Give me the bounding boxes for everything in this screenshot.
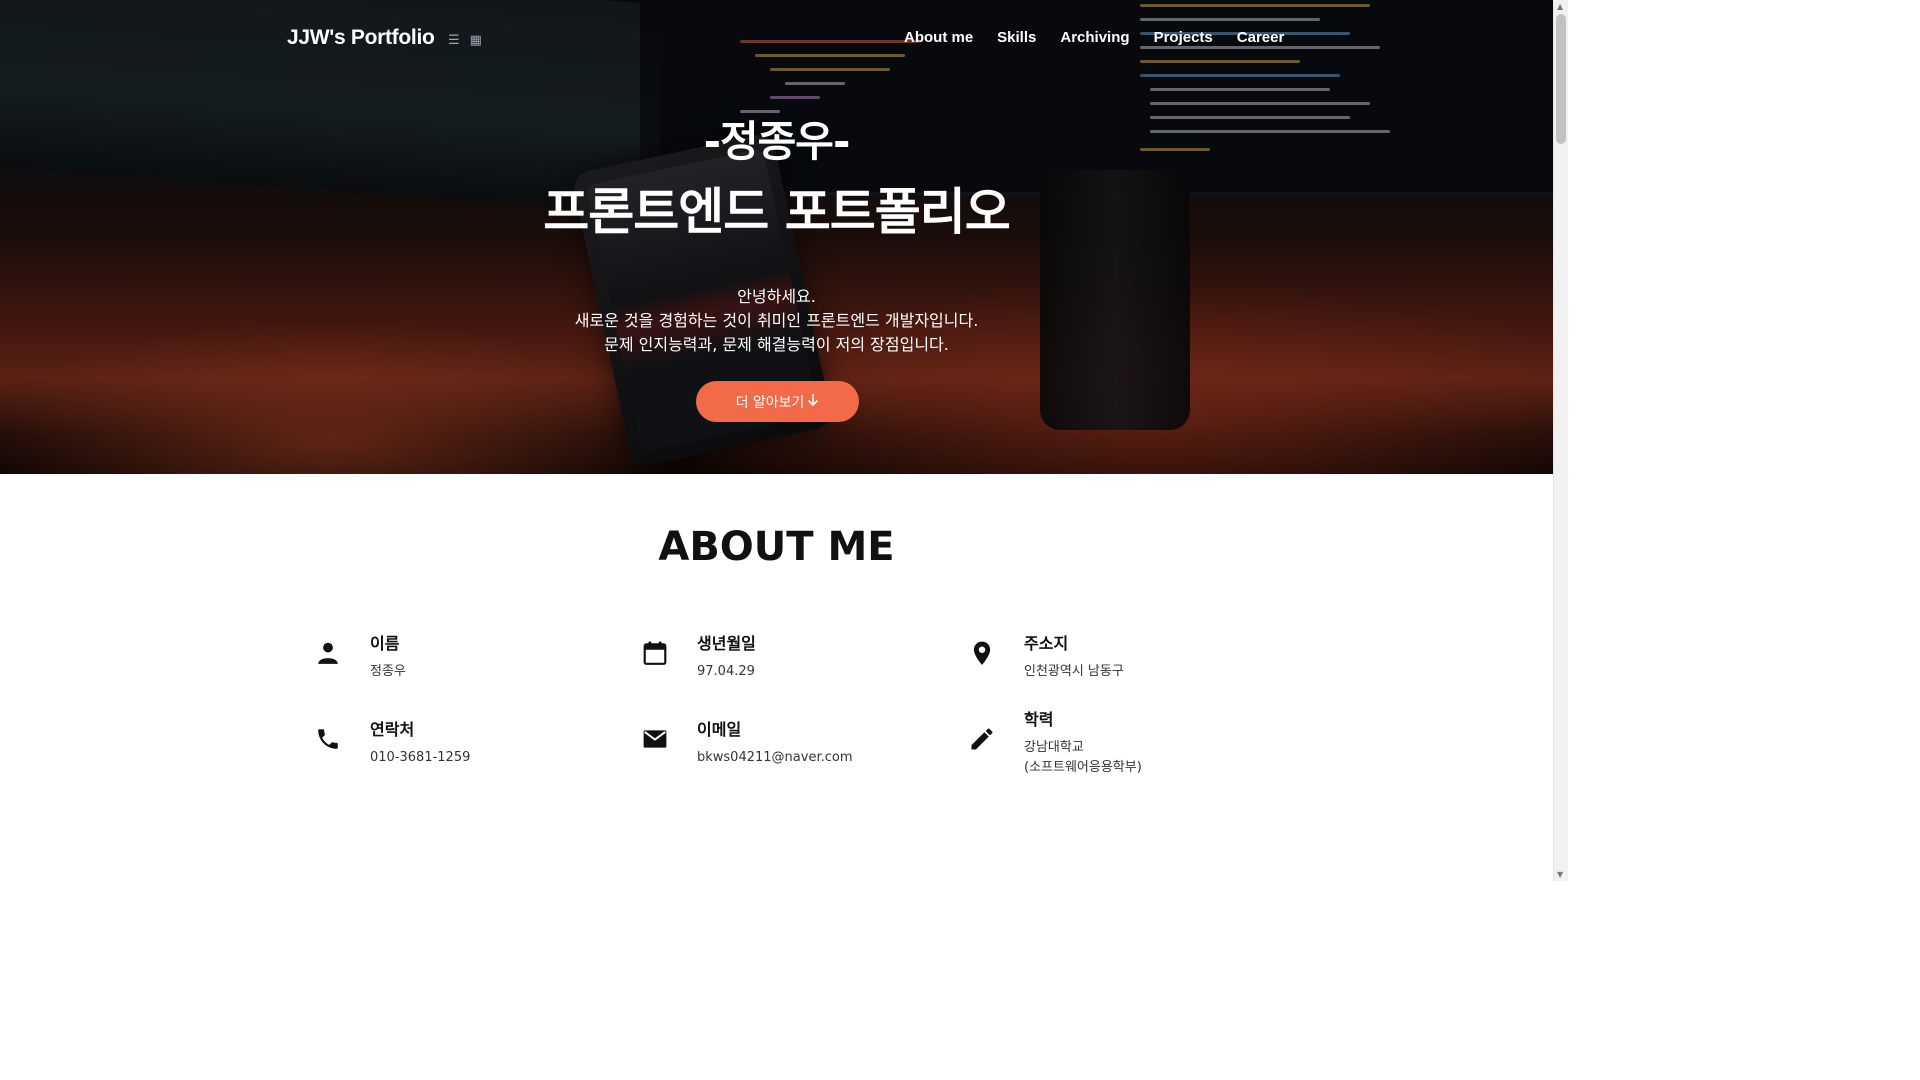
info-label: 이메일 (697, 720, 742, 739)
scroll-up-icon[interactable]: ▲ (1557, 2, 1563, 11)
brand-logo[interactable]: JJW's Portfolio (287, 26, 435, 50)
info-phone: 연락처 010-3681-1259 (313, 716, 470, 768)
info-value: 인천광역시 남동구 (1024, 664, 1124, 679)
info-label: 연락처 (370, 720, 415, 739)
location-icon (967, 638, 997, 668)
info-value: 정종우 (370, 664, 406, 679)
nav-about-me[interactable]: About me (904, 29, 973, 46)
info-value-secondary: (소프트웨어응용학부) (1024, 760, 1142, 775)
info-label: 학력 (1024, 710, 1054, 729)
phone-icon (313, 724, 343, 754)
info-value: 강남대학교 (1024, 740, 1084, 755)
hero-description: 안녕하세요. 새로운 것을 경험하는 것이 취미인 프론트엔드 개발자입니다. … (0, 285, 1553, 357)
arrow-down-icon (807, 393, 819, 411)
brand-icons: ☰ ▦ (448, 33, 482, 48)
learn-more-button[interactable]: 더 알아보기 (696, 381, 859, 422)
info-name: 이름 정종우 (313, 630, 406, 682)
person-icon (313, 638, 343, 668)
grid-icon: ▦ (469, 33, 482, 48)
nav-projects[interactable]: Projects (1154, 29, 1213, 46)
about-section-title: ABOUT ME (658, 524, 895, 570)
nav-skills[interactable]: Skills (997, 29, 1036, 46)
hero-description-line: 새로운 것을 경험하는 것이 취미인 프론트엔드 개발자입니다. (574, 311, 979, 330)
pencil-icon (967, 724, 997, 754)
scrollbar-thumb[interactable] (1556, 14, 1566, 144)
info-value[interactable]: bkws04211@naver.com (697, 748, 853, 768)
info-label: 이름 (370, 634, 400, 653)
main-nav: About me Skills Archiving Projects Caree… (904, 29, 1284, 46)
info-label: 생년월일 (697, 634, 756, 653)
hero-section: JJW's Portfolio ☰ ▦ About me Skills Arch… (0, 0, 1553, 474)
learn-more-label: 더 알아보기 (735, 394, 805, 411)
nav-archiving[interactable]: Archiving (1060, 29, 1129, 46)
info-label: 주소지 (1024, 634, 1069, 653)
scroll-down-icon[interactable]: ▼ (1557, 870, 1563, 879)
info-education: 학력 강남대학교 (소프트웨어응용학부) (967, 706, 1142, 778)
hero-title: 프론트엔드 포트폴리오 (543, 183, 1010, 241)
nav-career[interactable]: Career (1237, 29, 1285, 46)
page-scrollbar[interactable]: ▲ ▼ (1553, 0, 1568, 881)
info-value: 97.04.29 (697, 664, 755, 679)
hero-name: -정종우- (703, 117, 851, 166)
hero-description-line: 문제 인지능력과, 문제 해결능력이 저의 장점입니다. (604, 335, 949, 354)
info-email: 이메일 bkws04211@naver.com (640, 716, 853, 768)
hero-description-line: 안녕하세요. (737, 287, 816, 306)
email-icon (640, 724, 670, 754)
info-birthdate: 생년월일 97.04.29 (640, 630, 756, 682)
info-address: 주소지 인천광역시 남동구 (967, 630, 1124, 682)
calendar-icon (640, 638, 670, 668)
list-icon: ☰ (448, 33, 460, 48)
info-value[interactable]: 010-3681-1259 (370, 748, 470, 768)
